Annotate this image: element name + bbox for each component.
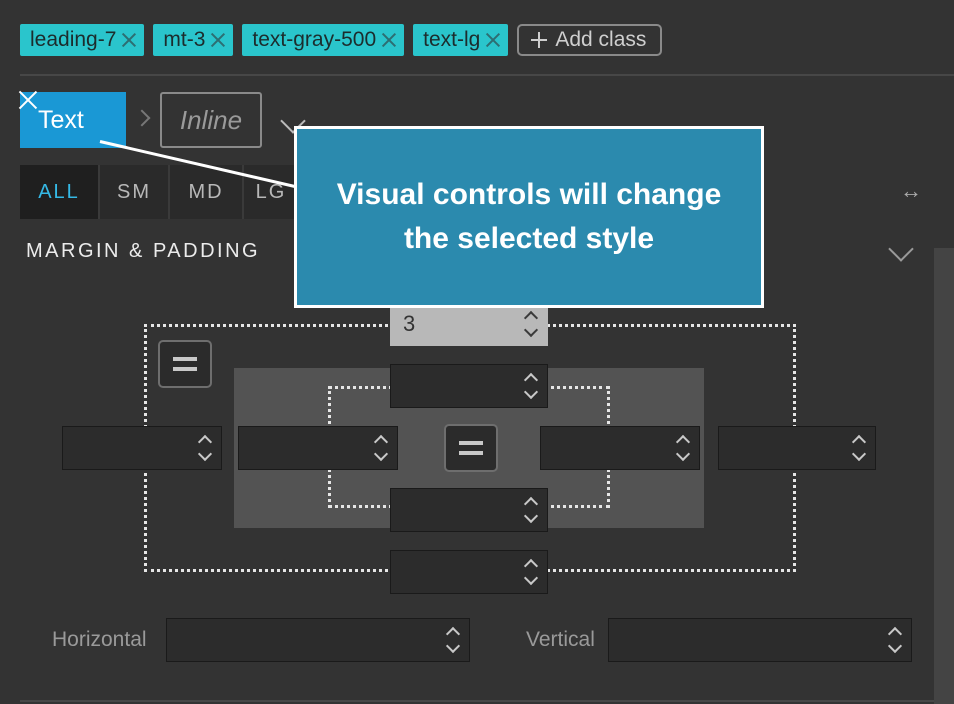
state-selector[interactable]: Inline	[160, 92, 262, 148]
padding-top-input[interactable]	[390, 364, 548, 408]
close-icon[interactable]	[92, 112, 108, 128]
remove-class-icon[interactable]	[211, 33, 225, 47]
add-class-button[interactable]: Add class	[517, 24, 663, 56]
chevron-down-icon[interactable]	[888, 236, 914, 262]
margin-bottom-input[interactable]	[390, 550, 548, 594]
margin-top-input[interactable]: 3	[390, 302, 548, 346]
selected-element-label: Text	[38, 105, 84, 134]
stepper-icon[interactable]	[523, 493, 539, 527]
horizontal-input[interactable]	[166, 618, 470, 662]
stepper-icon[interactable]	[523, 369, 539, 403]
stepper-icon[interactable]	[373, 431, 389, 465]
stepper-icon[interactable]	[445, 623, 461, 657]
remove-class-icon[interactable]	[122, 33, 136, 47]
class-chip-list: leading-7 mt-3 text-gray-500 text-lg Add…	[20, 24, 663, 56]
tab-lg[interactable]: LG	[244, 165, 300, 219]
scrollbar[interactable]	[934, 248, 954, 704]
stepper-icon[interactable]	[523, 307, 539, 341]
resize-horizontal-icon[interactable]: ↔	[900, 180, 940, 202]
equals-icon	[459, 441, 483, 455]
vertical-input[interactable]	[608, 618, 912, 662]
class-chip-label: text-lg	[423, 28, 481, 51]
class-chip[interactable]: text-lg	[413, 24, 509, 56]
stepper-icon[interactable]	[887, 623, 903, 657]
margin-left-input[interactable]	[62, 426, 222, 470]
add-class-label: Add class	[555, 28, 647, 51]
padding-right-input[interactable]	[540, 426, 700, 470]
stepper-icon[interactable]	[523, 555, 539, 589]
class-chip-label: mt-3	[163, 28, 206, 51]
tooltip-text: Visual controls will change the selected…	[336, 178, 722, 255]
link-paddings-button[interactable]	[444, 424, 498, 472]
stepper-icon[interactable]	[675, 431, 691, 465]
margin-right-input[interactable]	[718, 426, 876, 470]
tooltip: Visual controls will change the selected…	[294, 126, 764, 308]
padding-left-input[interactable]	[238, 426, 398, 470]
horizontal-label: Horizontal	[52, 628, 147, 651]
vertical-label: Vertical	[526, 628, 595, 651]
class-chip[interactable]: mt-3	[153, 24, 234, 56]
stepper-icon[interactable]	[851, 431, 867, 465]
breakpoint-tabs: ALL SM MD LG	[20, 165, 300, 219]
class-chip[interactable]: leading-7	[20, 24, 145, 56]
remove-class-icon[interactable]	[382, 33, 396, 47]
tab-all[interactable]: ALL	[20, 165, 100, 219]
margin-top-value: 3	[403, 311, 416, 336]
class-chip-label: text-gray-500	[252, 28, 377, 51]
equals-icon	[173, 357, 197, 371]
tab-sm[interactable]: SM	[100, 165, 170, 219]
plus-icon	[531, 32, 548, 48]
selected-element-chip[interactable]: Text	[20, 92, 126, 148]
divider	[20, 700, 934, 702]
section-title: MARGIN & PADDING	[26, 240, 261, 262]
padding-bottom-input[interactable]	[390, 488, 548, 532]
stepper-icon[interactable]	[197, 431, 213, 465]
class-chip[interactable]: text-gray-500	[242, 24, 405, 56]
remove-class-icon[interactable]	[486, 33, 500, 47]
chevron-right-icon	[133, 109, 151, 127]
state-selector-placeholder: Inline	[179, 104, 243, 135]
divider	[20, 74, 954, 76]
class-chip-label: leading-7	[30, 28, 117, 51]
link-margins-button[interactable]	[158, 340, 212, 388]
